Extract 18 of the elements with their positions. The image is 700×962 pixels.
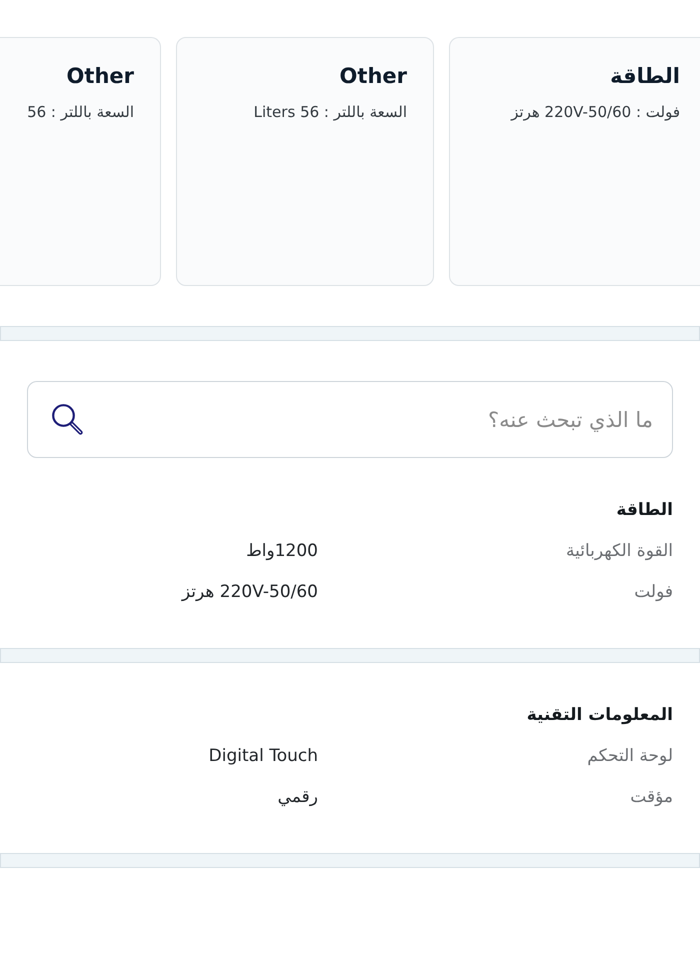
section-heading: المعلومات التقنية (526, 704, 673, 727)
search-icon[interactable] (52, 404, 83, 435)
spec-value: Digital Touch (208, 745, 318, 768)
spec-label: لوحة التحكم (587, 745, 673, 768)
spec-value: 1200واط (246, 540, 318, 563)
spec-label: مؤقت (630, 786, 673, 809)
card-title: Other (66, 63, 134, 90)
card-title: Other (340, 63, 407, 90)
search-field[interactable]: ما الذي تبحث عنه؟ (27, 381, 673, 458)
card-title: الطاقة (610, 63, 680, 90)
spec-label: فولت (634, 581, 673, 604)
spec-label: القوة الكهربائية (566, 540, 673, 563)
card-detail: السعة باللتر : 56 Liters (254, 102, 407, 123)
card-detail: السعة باللتر : 56 (27, 102, 134, 123)
card-detail: فولت : 220V-50/60 هرتز (511, 102, 680, 123)
spec-value: 220V-50/60 هرتز (182, 581, 318, 604)
spec-value: رقمي (278, 786, 318, 809)
section-heading: الطاقة (616, 499, 673, 522)
